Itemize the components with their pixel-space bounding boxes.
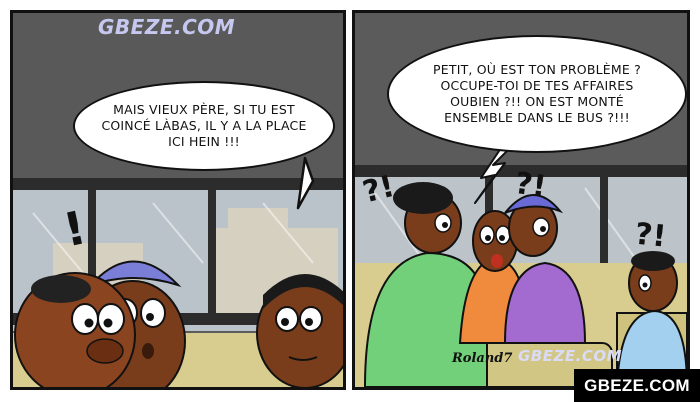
surprise-mark-middle: ?!	[513, 166, 549, 205]
speech-bubble-left: MAIS VIEUX PÈRE, SI TU EST COINCÉ LÀBAS,…	[73, 81, 335, 171]
surprise-mark-right: ?!	[633, 217, 668, 255]
speech-bubble-right: PETIT, OÙ EST TON PROBLÈME ? OCCUPE-TOI …	[387, 35, 687, 153]
site-watermark-bottom: GBEZE.COM	[518, 347, 622, 365]
comic-panel-right: ?! ?! ?! PETIT, OÙ EST TON PROBLÈME ? OC…	[352, 10, 690, 390]
artist-signature: Roland7	[452, 351, 513, 366]
site-watermark-top: GBEZE.COM	[98, 15, 236, 39]
comic-panel-left: ! MAIS VIEUX PÈRE, SI TU EST COINCÉ LÀBA…	[10, 10, 346, 390]
panel-left-scene: !	[13, 13, 343, 387]
site-badge[interactable]: GBEZE.COM	[574, 369, 700, 402]
